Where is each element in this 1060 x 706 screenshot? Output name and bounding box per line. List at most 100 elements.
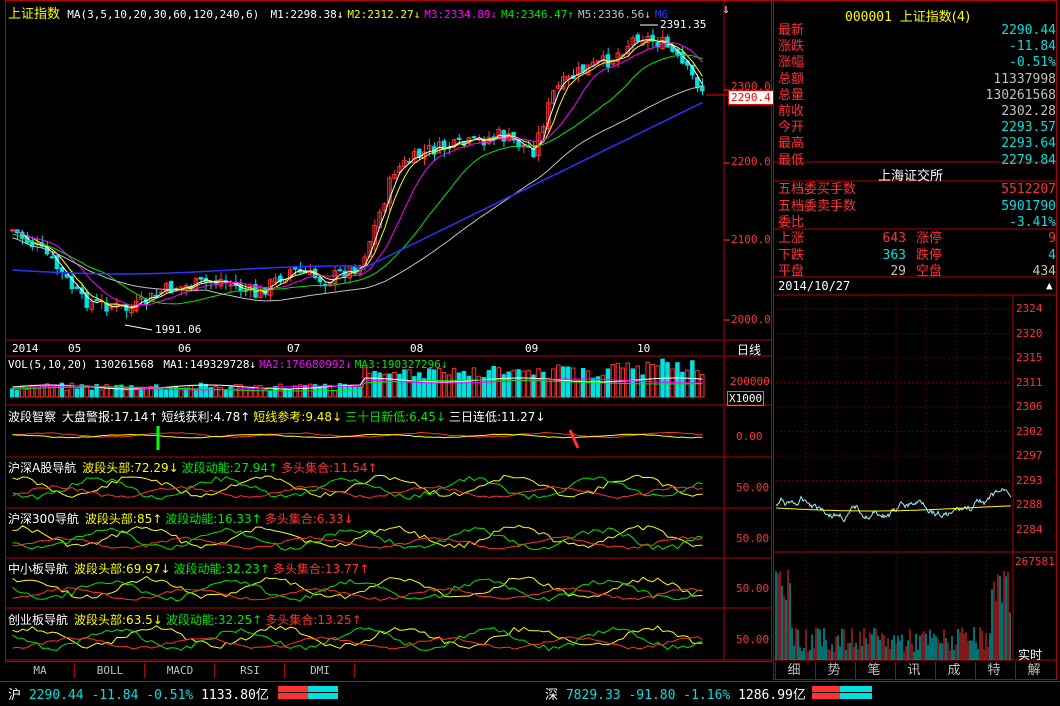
- order-label: 五档委卖手数: [778, 198, 857, 214]
- quote-label: 涨跌: [778, 39, 805, 55]
- volume-bar: [188, 385, 194, 398]
- vol-value: 130261568: [94, 358, 154, 371]
- vol-unit: X1000: [727, 391, 765, 406]
- candle: [491, 136, 496, 139]
- quote-label: 最高: [778, 136, 805, 152]
- volume-bar: [283, 388, 288, 398]
- quote-row: 涨幅 -0.51%: [778, 55, 1056, 71]
- volume-bar: [347, 385, 353, 398]
- right-tab[interactable]: 势: [815, 662, 852, 680]
- quote-value: 2293.64: [1001, 136, 1056, 152]
- tab-dmi[interactable]: DMI: [286, 663, 355, 678]
- sh-breadth-bar: [278, 686, 338, 699]
- volume-bar: [486, 370, 492, 398]
- volume-bar: [10, 388, 15, 398]
- indicator-header: 创业板导航 波段头部:63.5↓ 波段动能:32.25↑ 多头集合:13.25↑: [8, 611, 365, 628]
- order-value: 5512207: [1001, 182, 1056, 197]
- sz-breadth-bar: [812, 686, 872, 699]
- quote-value: 2279.84: [1001, 152, 1056, 168]
- ma4-line: [12, 54, 703, 305]
- volume-bar: [89, 389, 94, 398]
- mini-expand-icon[interactable]: ▲: [1046, 279, 1053, 292]
- volume-bar: [332, 389, 338, 398]
- candle: [49, 256, 55, 259]
- quote-row: 最新 2290.44: [778, 23, 1056, 39]
- vol-tick: 200000: [730, 375, 770, 388]
- order-label: 委比: [778, 215, 805, 230]
- mini-price-tick: 2320: [1016, 326, 1043, 340]
- quote-label: 总量: [778, 87, 805, 103]
- volume-bar: [496, 367, 501, 398]
- quote-value: 2302.28: [1001, 104, 1056, 119]
- breadth-label: 平盘: [778, 264, 805, 279]
- candle: [74, 286, 79, 289]
- mini-price-tick: 2284: [1016, 522, 1043, 536]
- volume-bar: [223, 389, 228, 398]
- candle: [228, 284, 233, 287]
- volume-bar: [317, 385, 323, 398]
- volume-bar: [590, 377, 596, 398]
- mini-price-tick: 2306: [1016, 400, 1043, 413]
- tab-ma[interactable]: MA: [6, 663, 75, 678]
- right-tab[interactable]: 成: [935, 662, 972, 680]
- tab-boll[interactable]: BOLL: [76, 663, 145, 678]
- quote-label: 总额: [778, 71, 805, 87]
- low-pointer: [124, 324, 153, 331]
- quote-label: 今开: [778, 120, 805, 136]
- quote-row: 前收 2302.28: [778, 104, 1056, 120]
- quote-label: 涨幅: [778, 55, 805, 71]
- indicator-tick: 50.00: [736, 481, 770, 494]
- volume-bar: [14, 389, 20, 398]
- volume-bar: [163, 389, 169, 398]
- sz-change: -91.80: [628, 688, 676, 703]
- order-row: 五档委买手数 5512207: [778, 182, 1056, 198]
- volume-bar: [446, 374, 452, 398]
- volume-bar: [382, 373, 387, 398]
- breadth-label: 上涨: [778, 231, 805, 246]
- breadth-label: 跌停: [916, 247, 943, 263]
- volume-bar: [397, 373, 402, 398]
- volume-bar: [218, 387, 223, 398]
- volume-bar: [585, 370, 591, 398]
- sz-status[interactable]: 深 7829.33 -91.80 -1.16% 1286.99亿: [545, 684, 806, 703]
- right-tab[interactable]: 笔: [855, 662, 892, 680]
- volume-bar: [610, 363, 616, 398]
- sh-status[interactable]: 沪 2290.44 -11.84 -0.51% 1133.80亿: [8, 684, 269, 703]
- indicator-name: 创业板导航: [8, 613, 69, 627]
- order-value: 5901790: [1001, 198, 1056, 214]
- volume-bar: [273, 385, 278, 398]
- volume-bar: [412, 376, 417, 398]
- volume-bar: [64, 389, 70, 398]
- indicator-value: 波段头部:72.29↓: [82, 461, 179, 475]
- breadth-value: 4: [1048, 247, 1056, 263]
- band-top-line: [12, 625, 703, 649]
- indicator-value: 三十日新低:6.45↓: [345, 410, 446, 424]
- right-tab[interactable]: 特: [975, 662, 1012, 680]
- tab-macd[interactable]: MACD: [146, 663, 215, 678]
- right-tab[interactable]: 解: [1015, 662, 1052, 680]
- quote-row: 总量 130261568: [778, 88, 1056, 104]
- right-tab[interactable]: 讯: [895, 662, 932, 680]
- right-tab[interactable]: 细: [775, 662, 812, 680]
- indicator-tick: 50.00: [736, 582, 770, 595]
- quote-label: 最低: [778, 152, 805, 168]
- vol-ma-value: MA1:149329728↓: [163, 358, 257, 371]
- quote-row: 今开 2293.57: [778, 120, 1056, 136]
- tab-rsi[interactable]: RSI: [216, 663, 285, 678]
- volume-bar: [268, 390, 273, 398]
- volume-bar: [441, 372, 447, 398]
- breadth-row: 平盘 29 空盘 434: [778, 264, 1056, 280]
- volume-bar: [536, 368, 541, 398]
- indicator-value: 波段动能:16.33↑: [165, 512, 262, 526]
- indicator-header: 中小板导航 波段头部:69.97↓ 波段动能:32.23↑ 多头集合:13.77↑: [8, 560, 372, 577]
- quote-row: 涨跌 -11.84: [778, 39, 1056, 55]
- volume-bar: [153, 384, 159, 398]
- candle: [580, 64, 586, 73]
- volume-bar: [630, 368, 635, 398]
- volume-bar: [213, 385, 219, 398]
- volume-bar: [228, 386, 233, 398]
- candle: [635, 34, 640, 42]
- ma3-line: [12, 42, 703, 306]
- volume-bar: [461, 370, 467, 398]
- quote-value: -0.51%: [1009, 55, 1056, 71]
